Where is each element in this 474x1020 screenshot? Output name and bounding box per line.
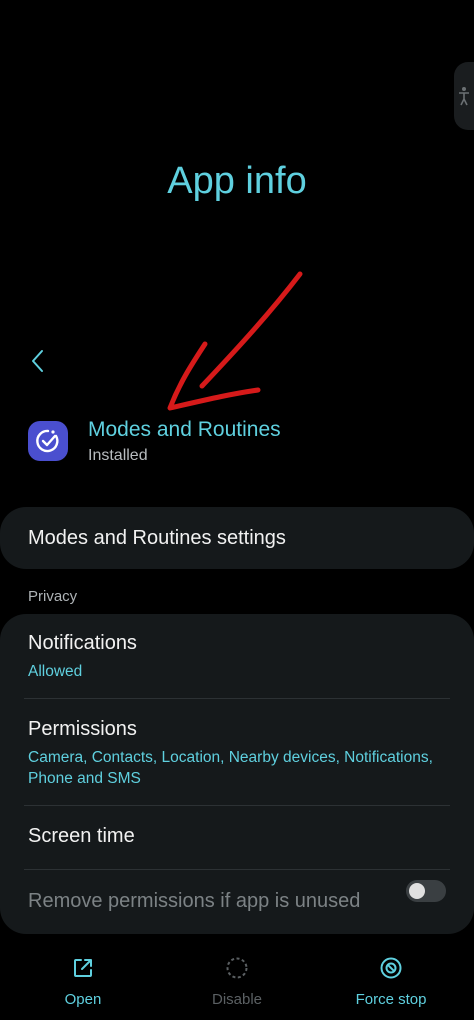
toggle-knob [409, 883, 425, 899]
permissions-row[interactable]: Permissions Camera, Contacts, Location, … [28, 718, 446, 789]
screen-time-title: Screen time [28, 825, 135, 847]
divider [24, 805, 450, 806]
app-name: Modes and Routines [88, 418, 281, 441]
notifications-row[interactable]: Notifications Allowed [28, 632, 446, 682]
app-info-screen: App info Modes and Routines Installed Mo… [0, 0, 474, 1020]
chevron-left-icon [32, 350, 43, 372]
force-stop-button[interactable]: Force stop [321, 955, 461, 1015]
privacy-section-label: Privacy [28, 588, 78, 605]
page-title: App info [167, 160, 307, 202]
accessibility-edge-handle[interactable] [454, 62, 474, 130]
app-install-status: Installed [88, 447, 148, 464]
red-arrow-annotation [167, 271, 303, 411]
back-button[interactable] [22, 344, 52, 378]
open-external-icon [70, 955, 96, 981]
screen-time-row[interactable]: Screen time [28, 825, 446, 848]
notifications-value: Allowed [28, 663, 83, 680]
privacy-card: Notifications Allowed Permissions Camera… [0, 614, 474, 934]
notifications-title: Notifications [28, 632, 137, 654]
bottom-action-bar: Open Disable Force stop [0, 955, 474, 1020]
disable-label: Disable [211, 991, 263, 1008]
app-header: Modes and Routines Installed [28, 418, 448, 478]
accessibility-icon [459, 87, 469, 106]
remove-permissions-title: Remove permissions if app is unused [28, 890, 361, 912]
remove-permissions-toggle[interactable] [406, 880, 446, 902]
divider [24, 869, 450, 870]
app-settings-button[interactable]: Modes and Routines settings [0, 507, 474, 569]
remove-permissions-row: Remove permissions if app is unused [28, 890, 446, 913]
divider [24, 698, 450, 699]
open-button[interactable]: Open [13, 955, 153, 1015]
disable-button: Disable [167, 955, 307, 1015]
permissions-title: Permissions [28, 718, 137, 740]
force-stop-label: Force stop [355, 991, 427, 1008]
force-stop-icon [378, 955, 404, 981]
modes-routines-icon [28, 421, 68, 461]
app-settings-label: Modes and Routines settings [28, 527, 286, 549]
open-label: Open [64, 991, 102, 1008]
permissions-value: Camera, Contacts, Location, Nearby devic… [28, 749, 433, 787]
disable-dashed-circle-icon [224, 955, 250, 981]
